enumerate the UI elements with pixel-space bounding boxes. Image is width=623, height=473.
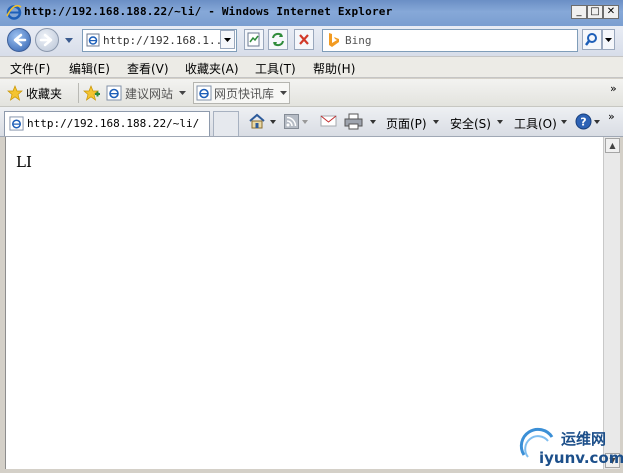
- recent-pages-dropdown-icon[interactable]: [64, 37, 74, 45]
- vertical-scrollbar[interactable]: ▲ ▼: [603, 137, 620, 469]
- web-slice-gallery-button[interactable]: 网页快讯库: [193, 82, 290, 104]
- page-content: LI: [5, 137, 603, 469]
- watermark-logo: 运维网 iyunv.com: [518, 423, 623, 471]
- chevron-down-icon[interactable]: [433, 120, 439, 124]
- chevron-down-icon[interactable]: [302, 120, 308, 124]
- tab-current[interactable]: http://192.168.188.22/~li/: [4, 111, 210, 136]
- refresh-icon: [272, 32, 284, 47]
- star-icon: [7, 85, 23, 101]
- search-options-button[interactable]: [602, 29, 615, 50]
- search-placeholder: Bing: [345, 34, 372, 47]
- page-menu-button[interactable]: 页面(P): [386, 115, 427, 132]
- svg-text:?: ?: [580, 116, 586, 129]
- search-icon: [585, 33, 597, 46]
- chevron-down-icon[interactable]: [497, 120, 503, 124]
- favorites-button[interactable]: 收藏夹: [6, 82, 72, 104]
- chevron-down-icon: [605, 38, 612, 42]
- chevron-down-icon: [280, 91, 287, 95]
- menu-edit[interactable]: 编辑(E): [69, 60, 110, 77]
- menu-bar: 文件(F) 编辑(E) 查看(V) 收藏夹(A) 工具(T) 帮助(H): [0, 56, 623, 78]
- web-slice-gallery-label: 网页快讯库: [214, 87, 275, 101]
- safety-menu-button[interactable]: 安全(S): [450, 115, 491, 132]
- forward-button[interactable]: [35, 28, 59, 52]
- chevron-down-icon[interactable]: [594, 120, 600, 124]
- address-dropdown-button[interactable]: [220, 30, 235, 49]
- close-window-button[interactable]: ✕: [603, 5, 619, 19]
- bing-icon: [329, 33, 339, 47]
- navigation-bar: http://192.168.1... Bing: [0, 26, 623, 56]
- chevron-down-icon[interactable]: [270, 120, 276, 124]
- compatibility-view-button[interactable]: [244, 29, 264, 50]
- menu-help[interactable]: 帮助(H): [313, 60, 355, 77]
- print-icon[interactable]: [344, 113, 363, 130]
- search-button[interactable]: [582, 29, 602, 50]
- mail-icon[interactable]: [320, 114, 337, 128]
- window-title: http://192.168.188.22/~li/ - Windows Int…: [24, 5, 393, 18]
- menu-tools[interactable]: 工具(T): [255, 60, 296, 77]
- new-tab-button[interactable]: [213, 111, 239, 136]
- menu-file[interactable]: 文件(F): [10, 60, 50, 77]
- chevron-down-icon[interactable]: [561, 120, 567, 124]
- forward-arrow-icon: [39, 33, 53, 47]
- watermark-line1: 运维网: [561, 430, 607, 448]
- compatibility-view-icon: [247, 32, 260, 47]
- help-icon[interactable]: ?: [575, 113, 592, 130]
- menu-view[interactable]: 查看(V): [127, 60, 169, 77]
- menu-favorites[interactable]: 收藏夹(A): [185, 60, 239, 77]
- favorites-label: 收藏夹: [26, 87, 63, 101]
- title-bar: http://192.168.188.22/~li/ - Windows Int…: [0, 0, 623, 26]
- tab-command-bar: http://192.168.188.22/~li/ 页面(P) 安全(S) 工…: [0, 107, 623, 137]
- rss-feed-icon[interactable]: [284, 114, 299, 129]
- chevron-down-icon[interactable]: [370, 120, 376, 124]
- page-body-text: LI: [16, 153, 32, 171]
- address-text: http://192.168.1...: [103, 34, 229, 47]
- chevron-down-icon: [224, 38, 231, 42]
- tab-title: http://192.168.188.22/~li/: [27, 117, 200, 130]
- chevron-down-icon: [179, 91, 186, 95]
- back-arrow-icon: [13, 33, 27, 47]
- ie-page-icon: [106, 85, 122, 101]
- scroll-up-button[interactable]: ▲: [605, 138, 620, 153]
- tools-menu-button[interactable]: 工具(O): [514, 115, 557, 132]
- chevron-right-icon[interactable]: »: [608, 110, 615, 123]
- address-bar[interactable]: http://192.168.1...: [82, 29, 237, 52]
- favorites-bar: 收藏夹 建议网站 网页快讯库 »: [0, 79, 623, 107]
- minimize-button[interactable]: _: [571, 5, 587, 19]
- suggested-sites-label: 建议网站: [125, 87, 174, 101]
- maximize-button[interactable]: □: [587, 5, 603, 19]
- stop-icon: [299, 34, 309, 45]
- chevron-right-icon[interactable]: »: [610, 82, 617, 95]
- search-box[interactable]: Bing: [322, 29, 578, 52]
- back-button[interactable]: [7, 28, 31, 52]
- page-icon: [86, 33, 100, 47]
- separator: [78, 83, 79, 103]
- refresh-button[interactable]: [268, 29, 288, 50]
- suggested-sites-button[interactable]: 建议网站: [104, 82, 188, 104]
- stop-button[interactable]: [294, 29, 314, 50]
- watermark-line2: iyunv.com: [539, 449, 623, 467]
- ie-page-icon: [9, 116, 24, 131]
- add-to-favorites-icon[interactable]: [83, 85, 101, 101]
- home-icon[interactable]: [248, 113, 266, 130]
- ie-logo-icon: [6, 4, 22, 20]
- ie-page-icon: [196, 85, 212, 101]
